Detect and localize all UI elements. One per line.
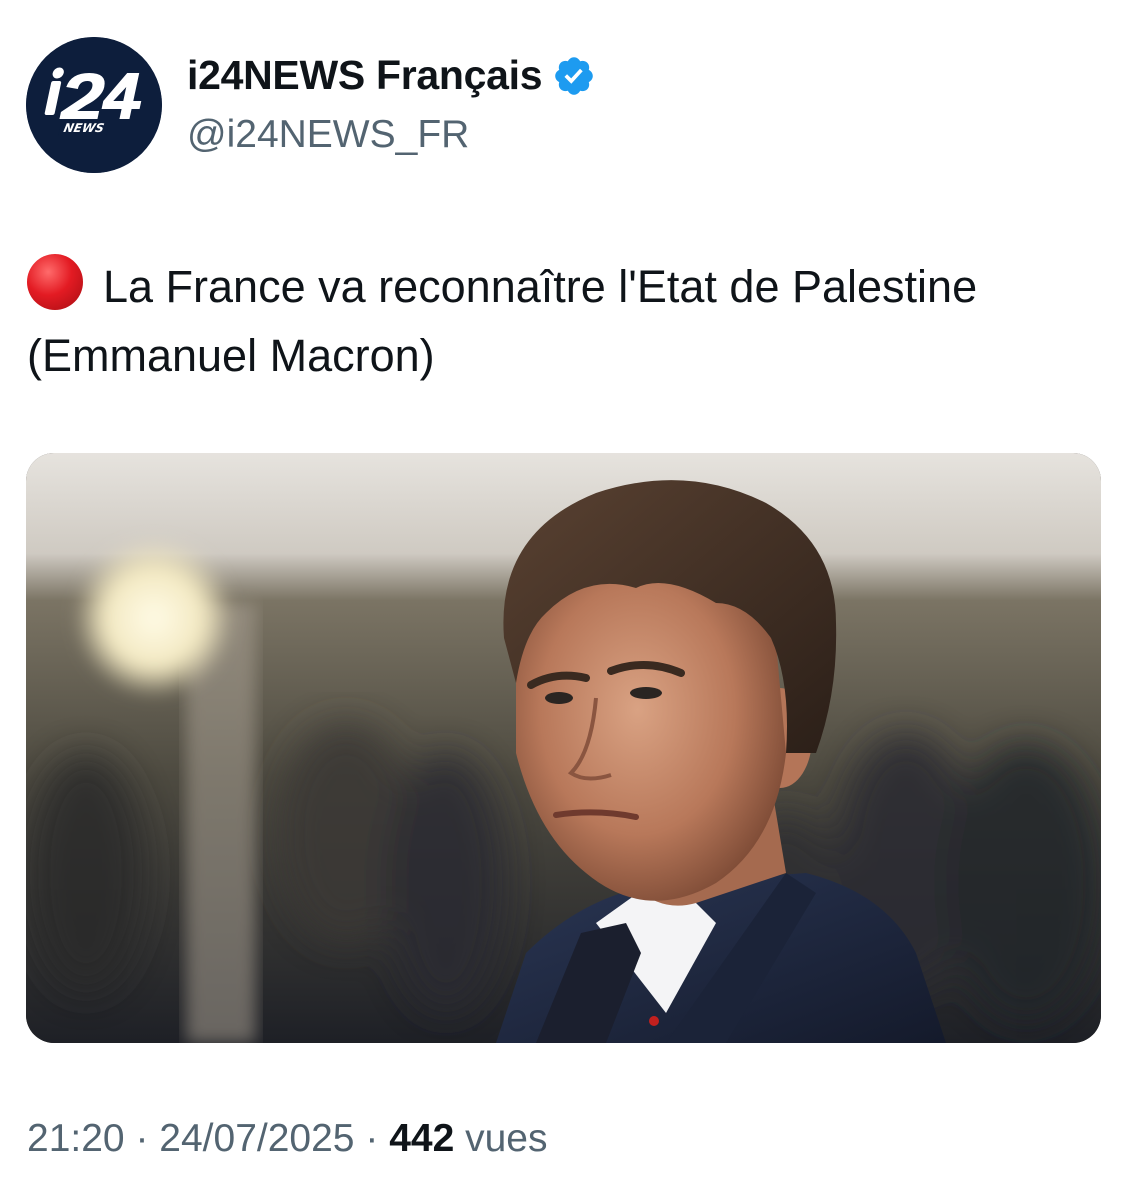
meta-separator: · [135, 1117, 149, 1160]
i24-logo-icon: NEWS [26, 37, 162, 173]
tweet-date[interactable]: 24/07/2025 [159, 1117, 354, 1160]
account-handle[interactable]: @i24NEWS_FR [187, 113, 469, 157]
verified-badge-icon [555, 56, 594, 95]
tweet-card: NEWS i24NEWS Français @i24NEWS_FR La Fra… [0, 0, 1127, 1200]
display-name[interactable]: i24NEWS Français [187, 52, 543, 99]
views-label: vues [465, 1117, 548, 1160]
logo-subtext: NEWS [62, 121, 105, 135]
portrait-photo [26, 453, 1101, 1043]
red-circle-icon [27, 254, 83, 310]
account-name-row[interactable]: i24NEWS Français [187, 52, 596, 99]
views-count[interactable]: 442 [389, 1117, 454, 1160]
meta-separator: · [365, 1117, 379, 1160]
tweet-text-content: La France va reconnaître l'Etat de Pales… [27, 261, 978, 381]
tweet-meta: 21:20 · 24/07/2025 · 442 vues [27, 1117, 548, 1161]
avatar[interactable]: NEWS [26, 37, 162, 173]
tweet-time[interactable]: 21:20 [27, 1117, 125, 1160]
tweet-photo[interactable] [26, 453, 1101, 1043]
tweet-text: La France va reconnaître l'Etat de Pales… [27, 252, 1087, 390]
